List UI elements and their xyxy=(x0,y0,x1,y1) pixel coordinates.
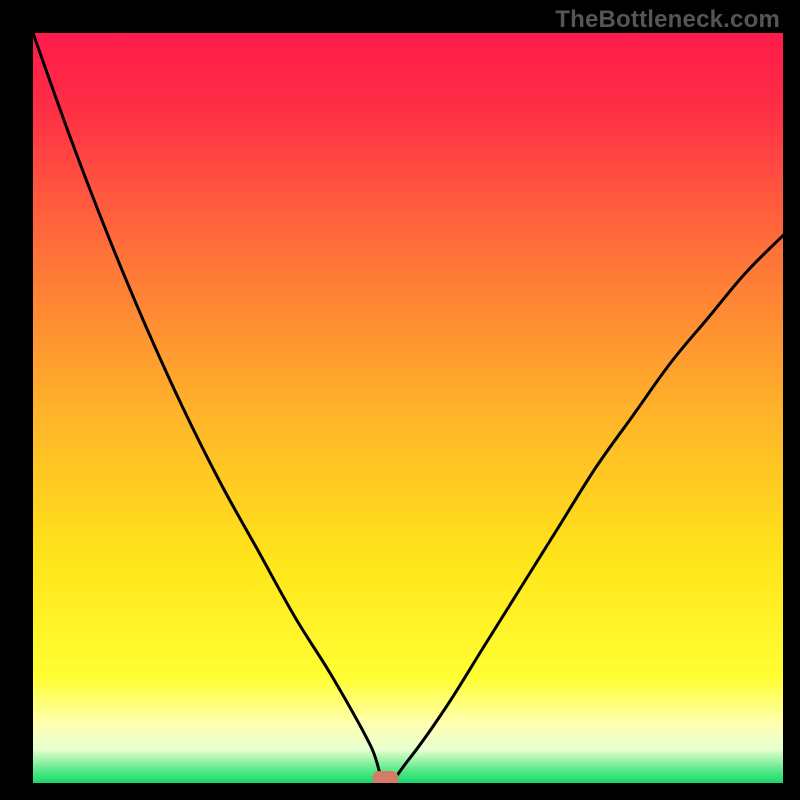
bottleneck-chart xyxy=(33,33,783,783)
gradient-background xyxy=(33,33,783,783)
plot-area xyxy=(33,33,783,783)
min-point-marker xyxy=(373,771,399,783)
watermark-text: TheBottleneck.com xyxy=(555,6,780,34)
chart-frame: TheBottleneck.com xyxy=(0,0,800,800)
